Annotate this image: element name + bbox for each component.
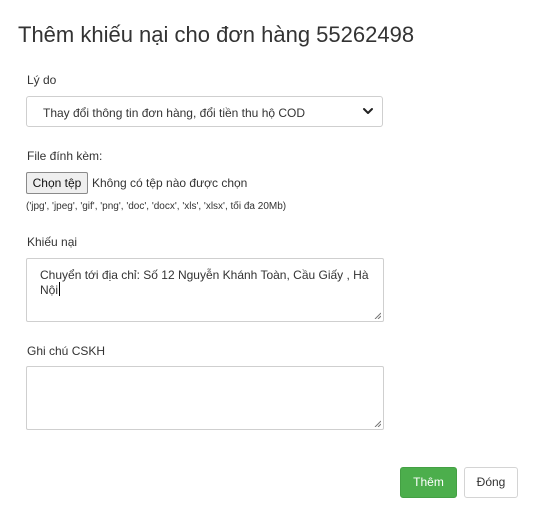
complaint-textarea[interactable]: Chuyển tới địa chỉ: Số 12 Nguyễn Khánh T…: [26, 258, 384, 322]
add-button[interactable]: Thêm: [400, 467, 457, 498]
close-button[interactable]: Đóng: [464, 467, 518, 498]
complaint-label: Khiếu nại: [27, 235, 78, 249]
cskh-note-label: Ghi chú CSKH: [27, 344, 106, 358]
reason-label: Lý do: [27, 73, 57, 87]
file-status-text: Không có tệp nào được chọn: [92, 176, 248, 190]
modal-title: Thêm khiếu nại cho đơn hàng 55262498: [18, 22, 415, 47]
resize-grip-icon[interactable]: [374, 420, 381, 427]
file-type-hint: ('jpg', 'jpeg', 'gif', 'png', 'doc', 'do…: [26, 201, 287, 212]
reason-select-value: Thay đổi thông tin đơn hàng, đổi tiền th…: [43, 106, 306, 120]
cskh-note-textarea[interactable]: [26, 366, 384, 430]
complaint-text: Chuyển tới địa chỉ: Số 12 Nguyễn Khánh T…: [40, 268, 369, 297]
resize-grip-icon[interactable]: [374, 312, 381, 319]
chevron-down-icon: [363, 108, 373, 114]
attachment-label: File đính kèm:: [27, 149, 103, 163]
reason-select[interactable]: Thay đổi thông tin đơn hàng, đổi tiền th…: [26, 96, 383, 127]
choose-file-button[interactable]: Chọn tệp: [26, 172, 88, 194]
text-caret: [59, 282, 61, 296]
